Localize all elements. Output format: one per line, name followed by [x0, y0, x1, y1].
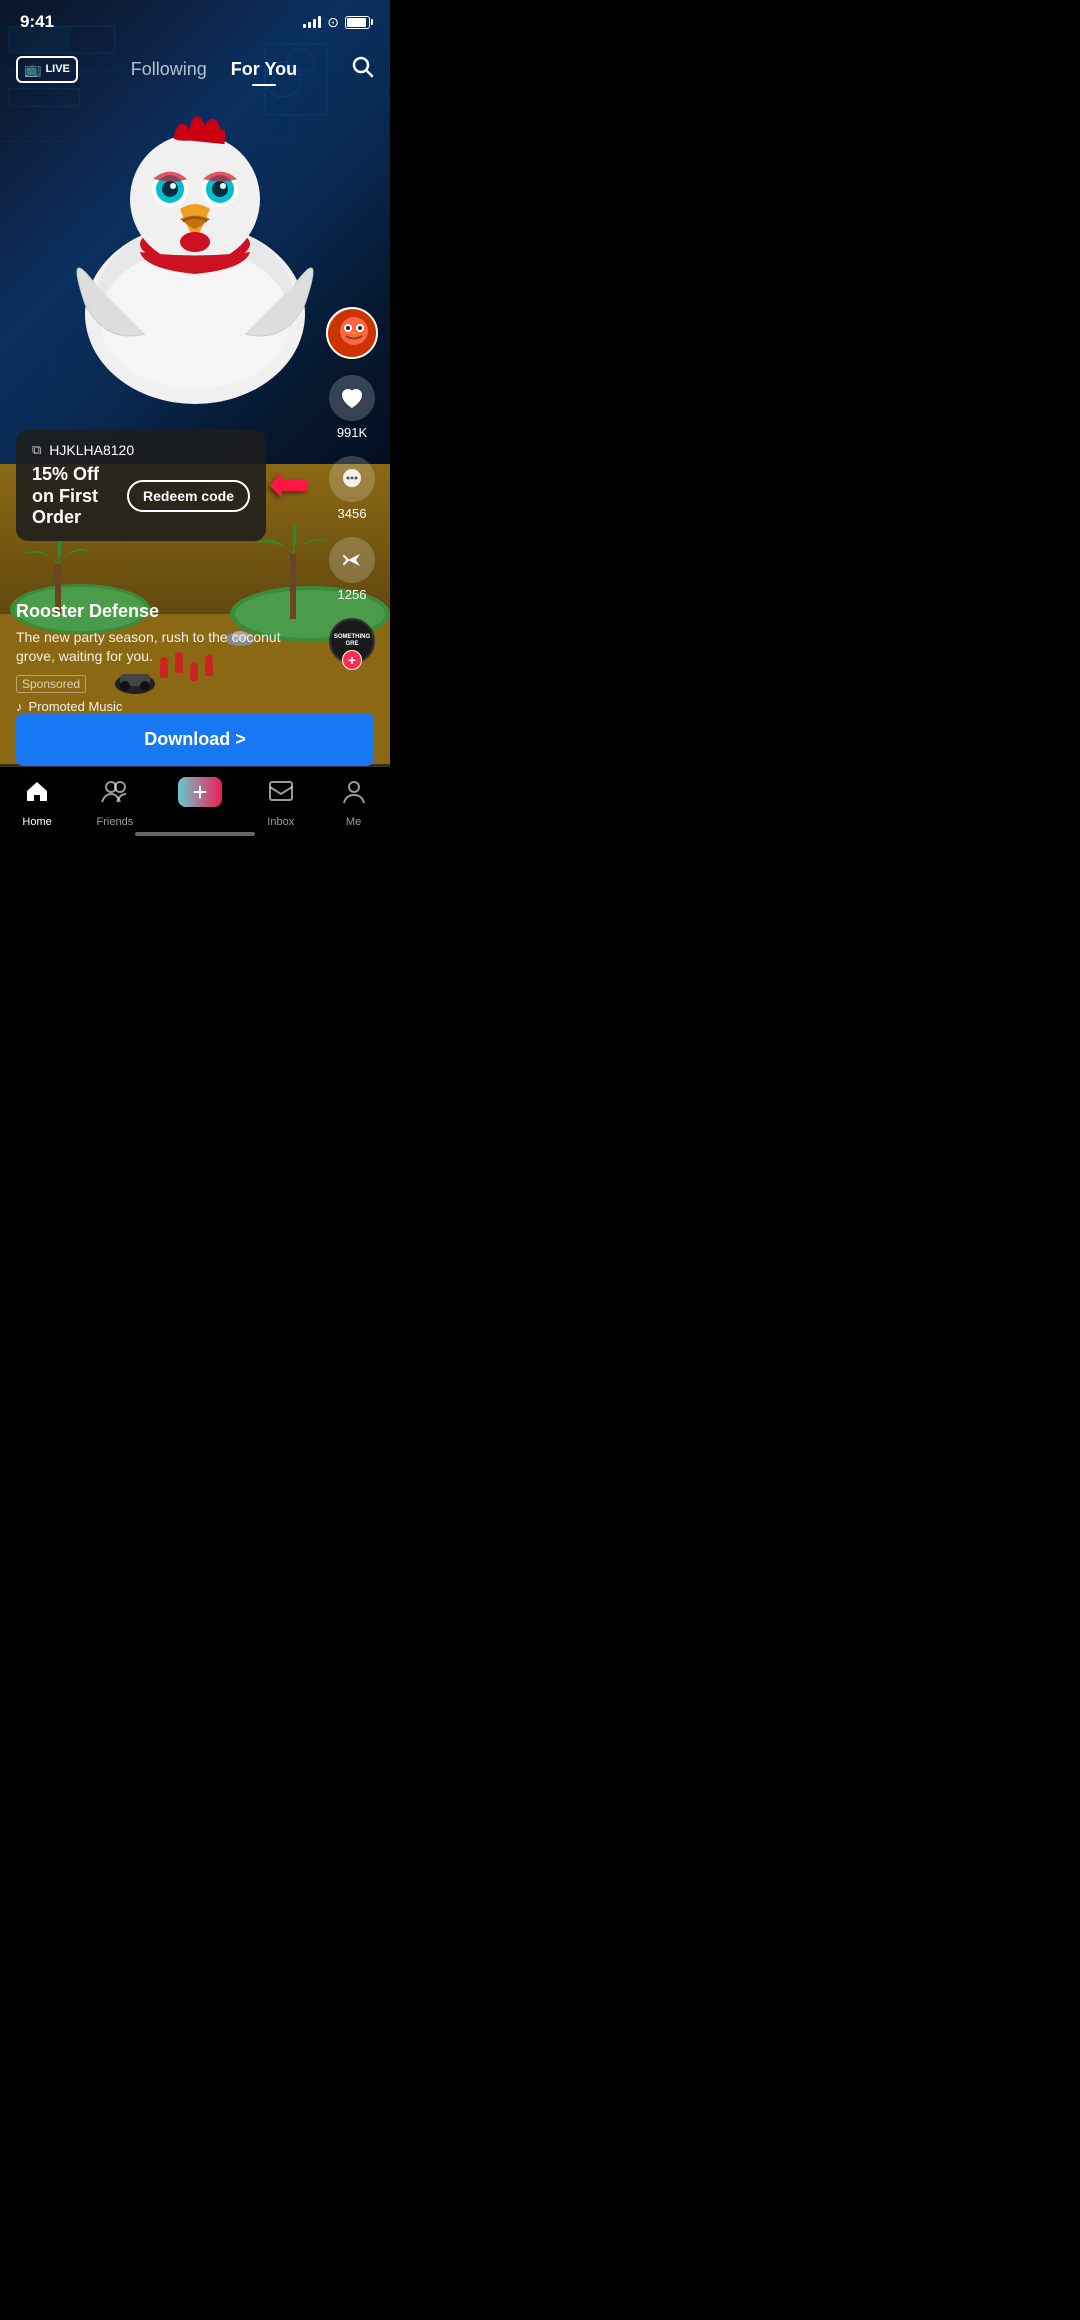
- me-label: Me: [346, 816, 361, 828]
- friends-label: Friends: [97, 816, 134, 828]
- nav-home[interactable]: Home: [22, 777, 51, 828]
- status-icons: ⊙: [303, 14, 370, 31]
- nav-add[interactable]: +: [178, 777, 222, 807]
- share-count: 1256: [338, 587, 367, 602]
- nav-friends[interactable]: Friends: [97, 777, 134, 828]
- nav-me[interactable]: Me: [340, 777, 368, 828]
- live-label: LIVE: [45, 63, 69, 75]
- home-label: Home: [22, 816, 51, 828]
- comment-action[interactable]: 3456: [329, 456, 375, 521]
- promo-discount-row: 15% Off on First Order Redeem code: [32, 464, 250, 529]
- copy-icon: ⧉: [32, 442, 41, 458]
- follow-plus-icon[interactable]: +: [342, 650, 362, 670]
- music-row: ♪ Promoted Music: [16, 699, 310, 714]
- tab-for-you[interactable]: For You: [231, 59, 297, 80]
- promo-code: HJKLHA8120: [49, 442, 134, 458]
- download-button[interactable]: Download >: [16, 713, 374, 766]
- creator-avatar[interactable]: [326, 307, 378, 359]
- top-navigation: 📺 LIVE Following For You: [0, 44, 390, 94]
- music-note-icon: ♪: [16, 699, 23, 714]
- add-button[interactable]: +: [178, 777, 222, 807]
- tab-following[interactable]: Following: [131, 59, 207, 80]
- download-button-container: Download >: [16, 713, 374, 766]
- nav-tabs: Following For You: [131, 59, 297, 80]
- wifi-icon: ⊙: [327, 14, 339, 31]
- red-arrow-icon: ➡: [268, 455, 310, 513]
- inbox-icon: [267, 777, 295, 812]
- like-action[interactable]: 991K: [329, 375, 375, 440]
- comment-button[interactable]: [329, 456, 375, 502]
- promo-discount: 15% Off on First Order: [32, 464, 115, 529]
- profile-icon: [340, 777, 368, 812]
- share-action[interactable]: 1256: [329, 537, 375, 602]
- live-button[interactable]: 📺 LIVE: [16, 56, 78, 83]
- home-icon: [23, 777, 51, 812]
- share-button[interactable]: [329, 537, 375, 583]
- music-label: Promoted Music: [29, 699, 123, 714]
- battery-icon: [345, 16, 370, 29]
- right-sidebar: + 991K 3456 1256: [326, 307, 378, 664]
- like-count: 991K: [337, 425, 367, 440]
- comment-count: 3456: [338, 506, 367, 521]
- nav-inbox[interactable]: Inbox: [267, 777, 295, 828]
- plus-icon: +: [192, 777, 207, 808]
- home-indicator: [135, 832, 255, 836]
- signal-icon: [303, 16, 321, 28]
- creator-avatar-section[interactable]: +: [326, 307, 378, 359]
- friends-icon: [100, 777, 130, 812]
- bottom-content: Rooster Defense The new party season, ru…: [16, 601, 310, 714]
- rooster-character: [25, 44, 365, 424]
- status-time: 9:41: [20, 12, 54, 32]
- arrow-indicator: ➡: [268, 455, 310, 513]
- redeem-button[interactable]: Redeem code: [127, 480, 250, 512]
- status-bar: 9:41 ⊙: [0, 0, 390, 44]
- search-button[interactable]: [350, 54, 374, 84]
- like-button[interactable]: [329, 375, 375, 421]
- sponsored-badge: Sponsored: [16, 675, 86, 693]
- tv-icon: 📺: [24, 61, 41, 78]
- promo-code-row: ⧉ HJKLHA8120: [32, 442, 250, 458]
- inbox-label: Inbox: [267, 816, 294, 828]
- thumbnail-text: SOMETHING GRE: [331, 632, 373, 650]
- content-title: Rooster Defense: [16, 601, 310, 622]
- content-description: The new party season, rush to the coconu…: [16, 628, 310, 667]
- promo-overlay: ⧉ HJKLHA8120 15% Off on First Order Rede…: [16, 430, 266, 541]
